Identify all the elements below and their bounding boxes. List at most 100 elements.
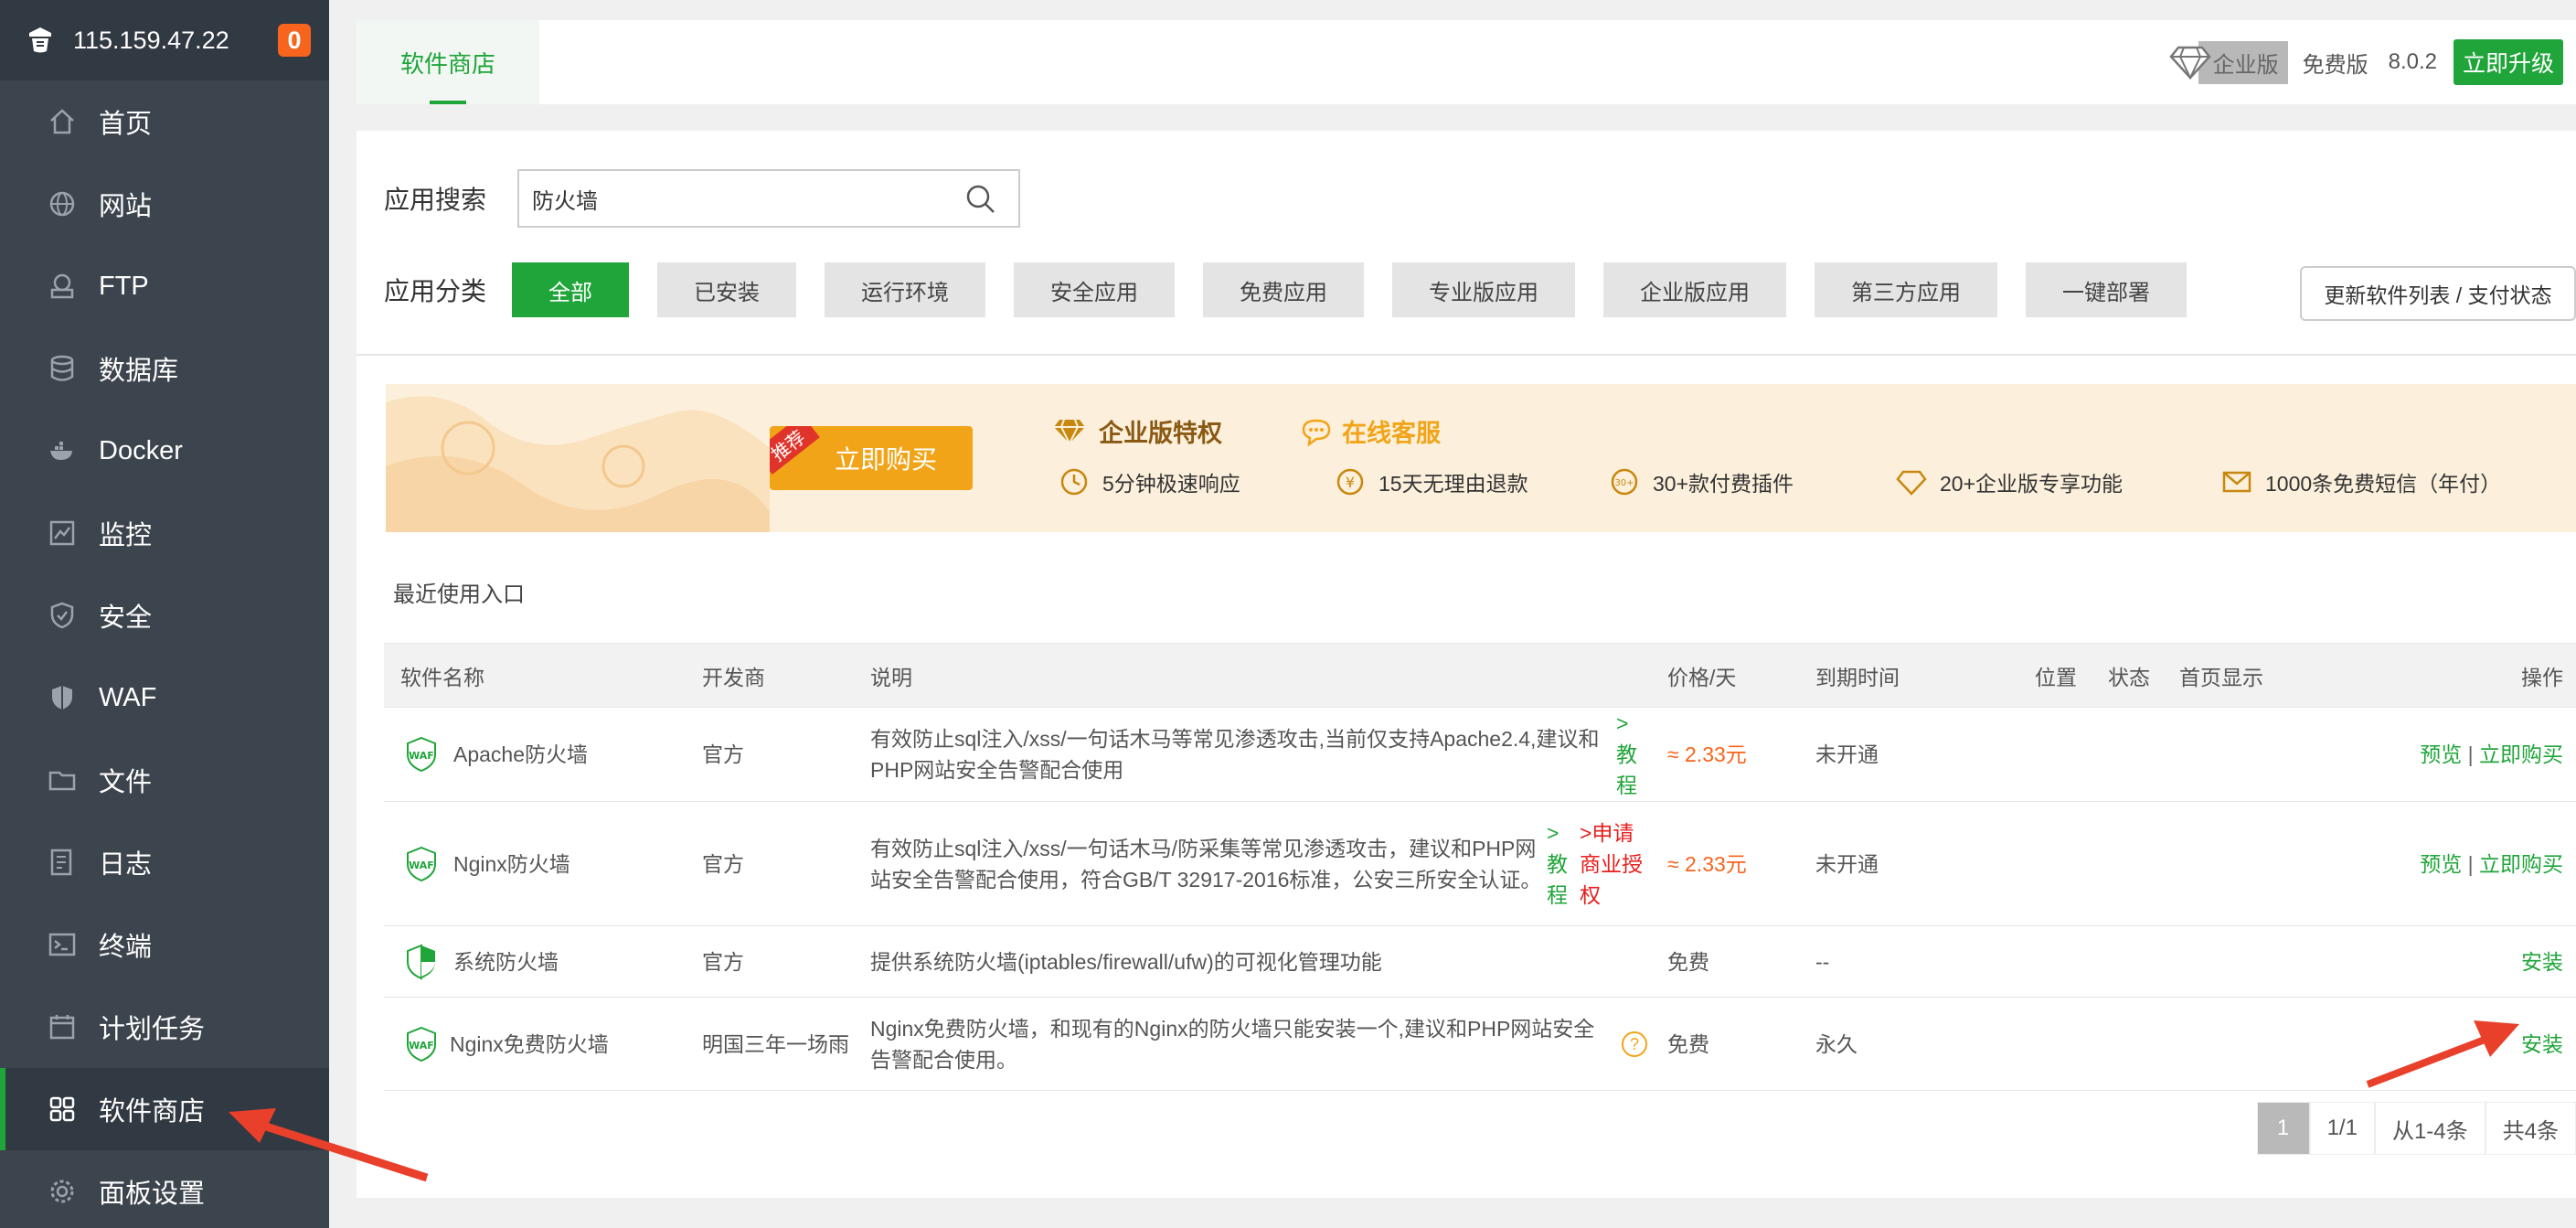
database-icon (50, 355, 74, 381)
sidebar-item-ftp[interactable]: FTP (0, 245, 329, 327)
sidebar-item-label: 安全 (99, 603, 153, 633)
col-developer: 开发商 (686, 643, 854, 708)
plugins-icon: 30+ (1611, 468, 1638, 496)
category-third-party[interactable]: 第三方应用 (1815, 262, 1998, 317)
refresh-list-button[interactable]: 更新软件列表 / 支付状态 (2300, 266, 2576, 321)
page-current[interactable]: 1 (2256, 1102, 2310, 1155)
col-price: 价格/天 (1651, 643, 1799, 708)
app-name-cell: WAF Nginx防火墙 (384, 801, 686, 926)
col-status: 状态 (2092, 643, 2163, 708)
action-separator: | (2467, 742, 2474, 766)
sidebar-item-database[interactable]: 数据库 (0, 327, 329, 410)
location-cell (2018, 997, 2092, 1091)
status-cell (2092, 707, 2163, 802)
commercial-license-link[interactable]: >申请商业授权 (1580, 817, 1649, 911)
sidebar-item-files[interactable]: 文件 (0, 739, 329, 821)
category-all[interactable]: 全部 (512, 262, 630, 317)
app-name: Nginx免费防火墙 (450, 1031, 609, 1056)
docker-icon (50, 442, 72, 460)
col-actions: 操作 (2346, 643, 2576, 708)
feature-text: 15天无理由退款 (1378, 472, 1528, 496)
notification-badge[interactable]: 0 (278, 24, 311, 57)
chat-icon (1302, 419, 1331, 446)
enterprise-label[interactable]: 企业版 (2168, 40, 2288, 84)
enterprise-text: 企业版 (2198, 40, 2288, 84)
location-cell (2018, 925, 2092, 998)
sidebar-item-cron[interactable]: 计划任务 (0, 986, 329, 1068)
category-runtime[interactable]: 运行环境 (825, 262, 986, 317)
help-icon[interactable]: ? (1622, 1030, 1647, 1057)
category-enterprise[interactable]: 企业版应用 (1603, 262, 1787, 317)
crown-diamond-icon (1054, 419, 1085, 445)
recent-entries-label: 最近使用入口 (393, 582, 525, 607)
sidebar-item-waf[interactable]: WAF (0, 657, 329, 739)
svg-text:WAF: WAF (409, 1040, 434, 1052)
sidebar-item-home[interactable]: 首页 (0, 80, 329, 163)
sidebar-item-terminal[interactable]: 终端 (0, 903, 329, 986)
enterprise-banner: 推荐 立即购买 企业版特权 在线客服 5分钟极速响应 ¥ 15天无理由退款 30… (386, 384, 2576, 532)
expire-cell: -- (1799, 925, 2018, 998)
search-box[interactable] (517, 169, 1021, 228)
description-text: 有效防止sql注入/xss/一句话木马等常见渗透攻击,当前仅支持Apache2.… (870, 727, 1600, 782)
tutorial-link[interactable]: >教程 (1547, 817, 1572, 911)
version-area: 企业版 免费版 8.0.2 立即升级 (2168, 20, 2563, 104)
shield-icon (50, 602, 74, 629)
sidebar-item-logs[interactable]: 日志 (0, 821, 329, 903)
category-one-click[interactable]: 一键部署 (2026, 262, 2187, 317)
feature-text: 1000条免费短信（年付） (2265, 472, 2502, 496)
homepage-cell (2163, 997, 2346, 1091)
preview-link[interactable]: 预览 (2420, 852, 2462, 876)
table-row: 系统防火墙 官方 提供系统防火墙(iptables/firewall/ufw)的… (384, 925, 2576, 998)
sidebar-item-security[interactable]: 安全 (0, 574, 329, 657)
col-expire: 到期时间 (1799, 643, 2018, 708)
buy-now-button[interactable]: 推荐 立即购买 (770, 426, 973, 490)
online-service-text: 在线客服 (1342, 420, 1441, 447)
waf-icon (52, 686, 72, 710)
svg-text:30+: 30+ (1614, 478, 1634, 488)
sidebar-item-docker[interactable]: Docker (0, 410, 329, 492)
install-link[interactable]: 安装 (2521, 950, 2563, 974)
category-pro[interactable]: 专业版应用 (1392, 262, 1576, 317)
sidebar-item-label: FTP (99, 271, 149, 301)
enterprise-title-text: 企业版特权 (1099, 420, 1222, 447)
description-text: Nginx免费防火墙，和现有的Nginx的防火墙只能安装一个,建议和PHP网站安… (870, 1016, 1595, 1072)
search-input[interactable] (532, 186, 953, 211)
feature-refund: ¥ 15天无理由退款 (1335, 466, 1528, 497)
developer-cell: 官方 (686, 925, 854, 998)
sidebar-item-label: 网站 (99, 192, 153, 221)
sidebar-item-label: 首页 (99, 110, 153, 139)
upgrade-button[interactable]: 立即升级 (2453, 39, 2563, 85)
description-cell: 提供系统防火墙(iptables/firewall/ufw)的可视化管理功能 (854, 925, 1651, 998)
sidebar-item-monitor[interactable]: 监控 (0, 492, 329, 574)
feature-exclusive: 20+企业版专享功能 (1896, 466, 2123, 497)
server-header: 115.159.47.22 0 (0, 0, 329, 80)
category-row: 应用分类 全部 已安装 运行环境 安全应用 免费应用 专业版应用 企业版应用 第… (384, 262, 2215, 317)
feature-text: 20+企业版专享功能 (1940, 472, 2124, 496)
description-cell: 有效防止sql注入/xss/一句话木马/防采集等常见渗透攻击，建议和PHP网站安… (854, 801, 1651, 926)
feature-sms: 1000条免费短信（年付） (2221, 466, 2501, 497)
tab-app-store[interactable]: 软件商店 (357, 20, 539, 104)
price-cell: ≈ 2.33元 (1651, 707, 1799, 802)
table-header-row: 软件名称 开发商 说明 价格/天 到期时间 位置 状态 首页显示 操作 (384, 643, 2576, 708)
buy-link[interactable]: 立即购买 (2479, 852, 2563, 876)
sidebar-item-label: 软件商店 (99, 1097, 206, 1127)
top-bar: 软件商店 企业版 免费版 8.0.2 立即升级 (357, 20, 2576, 104)
buy-link[interactable]: 立即购买 (2479, 742, 2563, 766)
sidebar-item-label: 监控 (99, 521, 153, 550)
sidebar-item-label: Docker (99, 435, 183, 465)
preview-link[interactable]: 预览 (2420, 742, 2462, 766)
folder-icon (48, 771, 76, 791)
feature-text: 5分钟极速响应 (1102, 472, 1240, 496)
feature-text: 30+款付费插件 (1653, 472, 1794, 496)
table-row: WAF Nginx免费防火墙 明国三年一场雨 Nginx免费防火墙，和现有的Ng… (384, 997, 2576, 1091)
tutorial-link[interactable]: >教程 (1616, 708, 1644, 801)
expire-cell: 未开通 (1799, 801, 2018, 926)
category-installed[interactable]: 已安装 (657, 262, 797, 317)
description-cell: Nginx免费防火墙，和现有的Nginx的防火墙只能安装一个,建议和PHP网站安… (854, 997, 1651, 1091)
search-icon[interactable] (965, 184, 996, 215)
waf-badge-icon: WAF (407, 1026, 436, 1062)
category-free[interactable]: 免费应用 (1203, 262, 1365, 317)
category-security[interactable]: 安全应用 (1014, 262, 1176, 317)
sidebar-item-website[interactable]: 网站 (0, 163, 329, 245)
online-service-link[interactable]: 在线客服 (1300, 413, 1441, 449)
